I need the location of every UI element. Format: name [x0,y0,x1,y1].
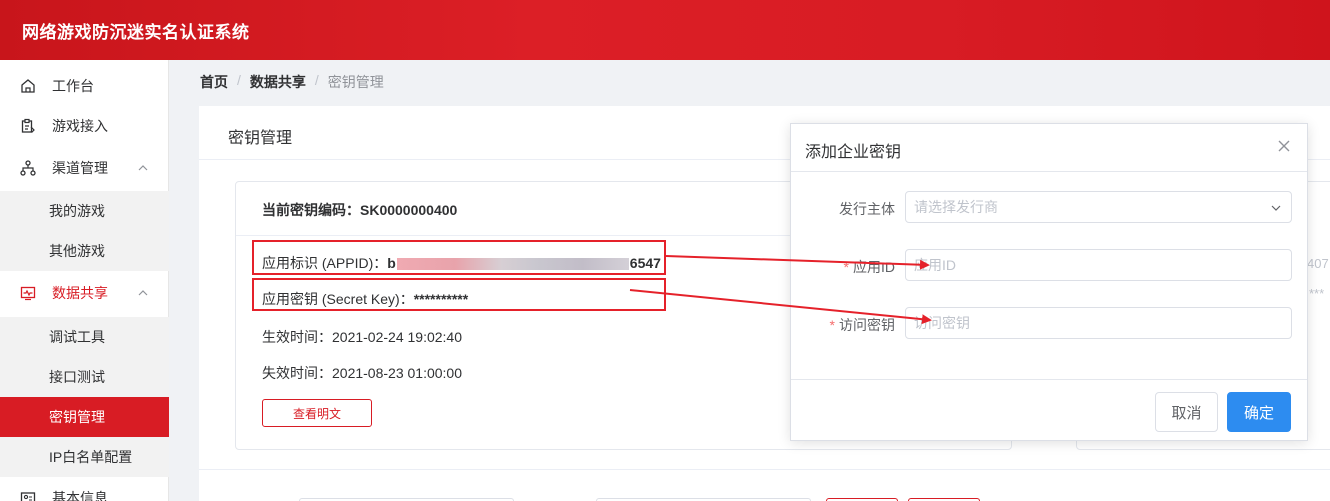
effective-time-row: 生效时间：2021-02-24 19:02:40 [262,327,462,347]
dialog-header-divider [791,171,1307,172]
sidebar-subitem-my-games[interactable]: 我的游戏 [0,191,169,231]
key-code-value: SK0000000400 [360,202,458,218]
sidebar-item-label: 渠道管理 [52,160,108,176]
id-card-icon [19,489,37,501]
ghost-text: 407 [1307,256,1329,271]
required-mark: * [843,259,849,275]
page-title: 密钥管理 [228,130,293,147]
sidebar-subitem-label: 接口测试 [49,369,105,385]
key-code-row: 当前密钥编码：SK0000000400 [262,200,457,220]
breadcrumb-separator: / [237,72,241,88]
sidebar-subitem-label: 我的游戏 [49,203,105,219]
breadcrumb-current: 密钥管理 [327,74,384,90]
app-id-label: * 应用ID [791,257,895,277]
publisher-select-input[interactable] [905,191,1292,223]
sidebar-item-label: 基本信息 [52,490,108,501]
top-header: 网络游戏防沉迷实名认证系统 [0,0,1330,60]
breadcrumb-separator: / [314,72,319,88]
dialog-footer-divider [791,379,1307,380]
publisher-select[interactable] [905,191,1292,223]
sidebar-subitem-debug-tools[interactable]: 调试工具 [0,317,169,357]
confirm-button[interactable]: 确定 [1227,392,1291,432]
breadcrumb-home[interactable]: 首页 [200,72,228,92]
sidebar-subitem-ip-whitelist[interactable]: IP白名单配置 [0,437,169,477]
highlight-box-appid [252,240,666,275]
access-key-input[interactable] [905,307,1292,339]
monitor-icon [19,284,37,302]
required-mark: * [829,317,835,333]
highlight-box-secret [252,278,666,311]
home-icon [19,77,37,95]
dialog-title: 添加企业密钥 [805,144,902,161]
sidebar-item-game-access[interactable]: 游戏接入 [0,106,169,146]
ghost-text: *** [1309,286,1325,301]
sidebar-subitem-key-management[interactable]: 密钥管理 [0,397,169,437]
sidebar-subitem-label: 调试工具 [49,329,105,345]
publisher-label-text: 发行主体 [839,201,895,217]
expire-label: 失效时间： [262,365,332,381]
sidebar-item-basic-info[interactable]: 基本信息 [0,478,169,501]
view-plaintext-button[interactable]: 查看明文 [262,399,372,427]
sidebar-item-label: 数据共享 [52,285,108,301]
chevron-up-icon [137,286,149,298]
sidebar-subitem-other-games[interactable]: 其他游戏 [0,231,169,271]
sidebar-item-workbench[interactable]: 工作台 [0,66,169,106]
breadcrumb: 首页 / 数据共享 / 密钥管理 [200,72,384,92]
clipboard-icon [19,117,37,135]
add-key-dialog: 添加企业密钥 发行主体 *应用ID *访问密钥 取消 确定 [790,123,1308,441]
effective-label: 生效时间： [262,329,332,345]
app-id-label-text: 应用ID [853,259,895,275]
sidebar-item-data-sharing[interactable]: 数据共享 [0,273,169,313]
sidebar-subitem-label: 密钥管理 [49,409,105,425]
breadcrumb-data-sharing[interactable]: 数据共享 [250,72,306,92]
divider [199,469,1330,470]
sidebar: 工作台 游戏接入 渠道管理 我的游戏 其他游戏 数据共享 调试工具 接口测试 密… [0,60,169,501]
effective-time: 2021-02-24 19:02:40 [332,329,462,345]
sidebar-subitem-api-test[interactable]: 接口测试 [0,357,169,397]
sidebar-item-label: 游戏接入 [52,118,108,134]
app-id-input[interactable] [905,249,1292,281]
access-key-label: * 访问密钥 [791,315,895,335]
sitemap-icon [19,159,37,177]
publisher-label: 发行主体 [791,199,895,219]
sidebar-item-label: 工作台 [52,78,94,94]
access-key-label-text: 访问密钥 [839,317,895,333]
app-title: 网络游戏防沉迷实名认证系统 [22,23,250,42]
sidebar-subitem-label: 其他游戏 [49,243,105,259]
cancel-button[interactable]: 取消 [1155,392,1218,432]
expire-time: 2021-08-23 01:00:00 [332,365,462,381]
sidebar-subitem-label: IP白名单配置 [49,449,133,465]
chevron-up-icon [137,161,149,173]
close-icon[interactable] [1277,139,1293,155]
expire-time-row: 失效时间：2021-08-23 01:00:00 [262,363,462,383]
sidebar-item-channel-management[interactable]: 渠道管理 [0,148,169,188]
key-code-label: 当前密钥编码： [262,202,360,218]
